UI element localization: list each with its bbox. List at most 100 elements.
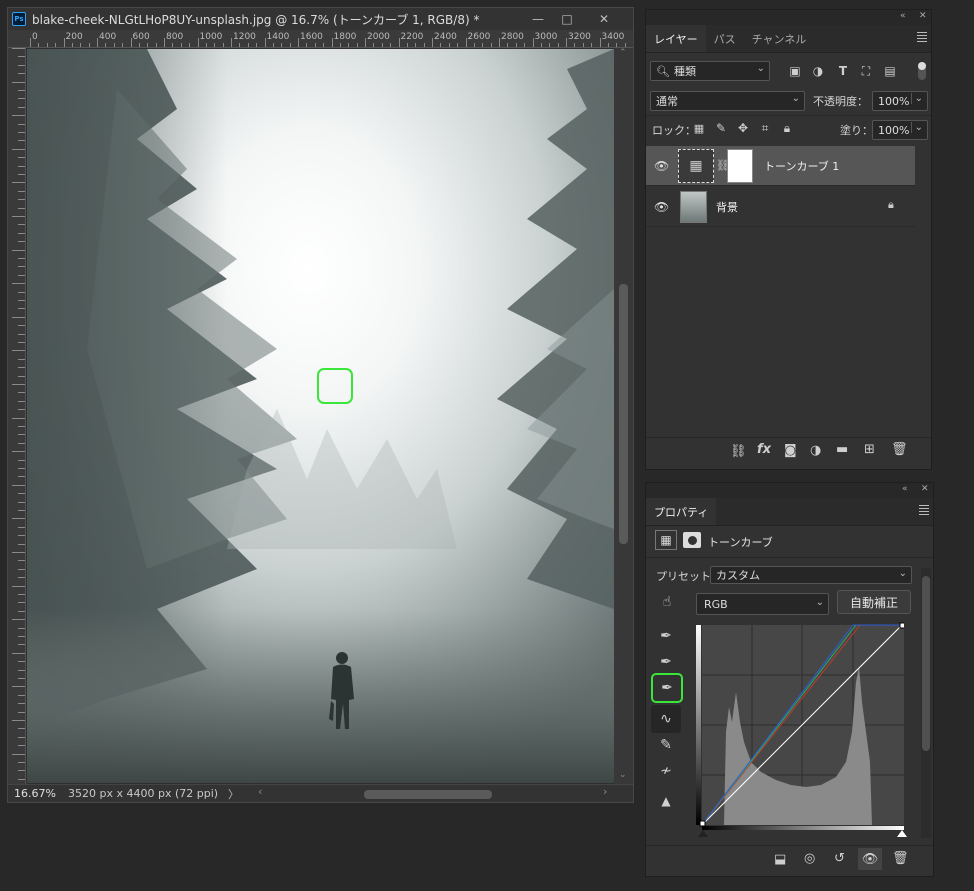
scroll-down-icon[interactable]: ⌄ bbox=[619, 770, 627, 780]
ruler-tick bbox=[197, 38, 199, 47]
black-point-slider[interactable] bbox=[698, 830, 708, 837]
lock-artboard-icon[interactable]: ⌗ bbox=[758, 121, 772, 135]
collapse-icon[interactable]: « bbox=[900, 11, 906, 21]
ruler-tick bbox=[499, 38, 500, 47]
lock-image-icon[interactable]: ✎ bbox=[714, 121, 728, 135]
view-previous-icon[interactable]: ◎ bbox=[804, 851, 815, 866]
status-bar: 16.67% 3520 px x 4400 px (72 ppi) 〉 ‹ › bbox=[8, 784, 633, 802]
blend-mode-select[interactable]: 通常 ⌄ bbox=[650, 91, 805, 111]
chevron-down-icon[interactable]: ⌄ bbox=[910, 122, 923, 133]
clipping-warning-icon[interactable]: ▲ bbox=[651, 787, 681, 815]
ruler-label: 3000 bbox=[534, 32, 558, 42]
layer-lock-icon[interactable]: 🔒︎ bbox=[888, 198, 894, 212]
curves-graph[interactable] bbox=[696, 622, 907, 837]
white-point-slider[interactable] bbox=[897, 830, 907, 837]
panel-menu-icon[interactable] bbox=[917, 32, 927, 42]
fx-icon[interactable]: fx bbox=[757, 442, 771, 457]
ruler-tick bbox=[164, 38, 165, 47]
tab-layers[interactable]: レイヤー bbox=[646, 25, 706, 52]
filter-adjustment-icon[interactable]: ◑ bbox=[810, 63, 826, 79]
scroll-left-icon[interactable]: ‹ bbox=[258, 785, 262, 798]
mask-icon[interactable] bbox=[683, 532, 701, 548]
filter-shape-icon[interactable]: ⛶ bbox=[858, 63, 874, 79]
close-button[interactable]: ✕ bbox=[592, 10, 616, 28]
scroll-up-icon[interactable]: ⌃ bbox=[619, 48, 627, 58]
adjustment-layer-icon[interactable]: ◑ bbox=[810, 443, 821, 458]
ruler-tick bbox=[532, 38, 534, 47]
restore-button[interactable]: □ bbox=[555, 10, 579, 28]
filter-type-icon[interactable]: T bbox=[835, 63, 851, 79]
visibility-eye-icon[interactable]: 👁︎ bbox=[654, 200, 669, 214]
vertical-scroll-thumb[interactable] bbox=[619, 284, 628, 544]
gray-point-eyedropper-icon[interactable]: ✒︎ bbox=[651, 648, 681, 676]
visibility-icon[interactable]: 👁︎ bbox=[858, 848, 882, 870]
close-panel-icon[interactable]: ✕ bbox=[919, 11, 927, 21]
layer-name[interactable]: トーンカーブ 1 bbox=[764, 158, 839, 174]
tab-properties[interactable]: プロパティ bbox=[646, 498, 717, 525]
layer-row-curves[interactable]: 👁︎ ▦ ⛓︎ トーンカーブ 1 bbox=[646, 146, 915, 186]
chevron-down-icon: ⌄ bbox=[791, 93, 800, 104]
ruler-tick bbox=[231, 38, 232, 47]
black-point-eyedropper-icon[interactable]: ✒︎ bbox=[651, 622, 681, 650]
filter-pixel-icon[interactable]: ▣ bbox=[787, 63, 803, 79]
link-layers-icon[interactable]: ⛓︎ bbox=[730, 444, 747, 459]
target-adjust-icon[interactable]: ☝︎ bbox=[652, 588, 682, 616]
status-menu-arrow[interactable]: 〉 bbox=[228, 786, 248, 802]
filter-kind-select[interactable]: 🔍︎ 種類 ⌄ bbox=[650, 61, 770, 81]
lock-all-icon[interactable]: 🔒︎ bbox=[780, 121, 794, 135]
properties-scrollbar[interactable] bbox=[921, 568, 931, 838]
ruler-label: 1000 bbox=[199, 32, 223, 42]
filter-toggle[interactable] bbox=[918, 62, 926, 80]
ruler-tick bbox=[398, 38, 400, 47]
auto-button[interactable]: 自動補正 bbox=[837, 590, 911, 614]
chevron-down-icon[interactable]: ⌄ bbox=[910, 93, 923, 104]
filter-smartobject-icon[interactable]: ▤ bbox=[882, 63, 898, 79]
properties-footer: ⬓ ◎ ↺ 👁︎ 🗑︎ bbox=[646, 845, 933, 876]
vertical-scrollbar[interactable]: ⌃ ⌄ bbox=[614, 48, 633, 784]
trash-icon[interactable]: 🗑︎ bbox=[891, 442, 908, 457]
smooth-icon[interactable]: ≁ bbox=[651, 757, 681, 785]
document-titlebar[interactable]: Ps blake-cheek-NLGtLHoP8UY-unsplash.jpg … bbox=[8, 8, 633, 30]
curve-edit-icon[interactable]: ∿ bbox=[651, 705, 681, 733]
collapse-icon[interactable]: « bbox=[902, 484, 908, 494]
reset-icon[interactable]: ↺ bbox=[834, 851, 845, 866]
ruler-tick bbox=[63, 38, 65, 47]
layer-row-background[interactable]: 👁︎ 背景 🔒︎ bbox=[646, 187, 915, 227]
curves-adjustment-icon[interactable]: ▦ bbox=[655, 530, 677, 550]
lock-transparent-icon[interactable]: ▦ bbox=[692, 121, 706, 135]
layer-thumbnail bbox=[680, 191, 707, 223]
pencil-icon[interactable]: ✎ bbox=[651, 731, 681, 759]
new-layer-icon[interactable]: ⊞ bbox=[864, 442, 875, 457]
scroll-right-icon[interactable]: › bbox=[603, 785, 607, 798]
photoshop-icon: Ps bbox=[12, 12, 26, 26]
opacity-input[interactable]: 100% ⌄ bbox=[872, 91, 928, 111]
layer-name[interactable]: 背景 bbox=[716, 199, 738, 215]
horizontal-scrollbar[interactable]: ‹ › bbox=[258, 785, 613, 800]
horizontal-ruler[interactable]: 0 200 400 600 800 1000 1200 1400 1600 1800 2000 220… bbox=[8, 30, 633, 48]
visibility-eye-icon[interactable]: 👁︎ bbox=[654, 159, 669, 173]
vertical-ruler[interactable] bbox=[8, 48, 26, 784]
layer-mask-thumbnail[interactable] bbox=[727, 149, 753, 183]
forest-photo bbox=[27, 49, 614, 783]
close-panel-icon[interactable]: ✕ bbox=[921, 484, 929, 494]
tab-channels[interactable]: チャンネル bbox=[744, 25, 815, 52]
lock-position-icon[interactable]: ✥ bbox=[736, 121, 750, 135]
horizontal-scroll-thumb[interactable] bbox=[364, 790, 492, 799]
trash-icon[interactable]: 🗑︎ bbox=[892, 851, 909, 866]
folder-icon[interactable]: ▬ bbox=[836, 442, 848, 457]
panel-menu-icon[interactable] bbox=[919, 505, 929, 515]
preset-select[interactable]: カスタム ⌄ bbox=[710, 566, 912, 584]
add-mask-icon[interactable]: ◙ bbox=[784, 443, 797, 458]
fill-input[interactable]: 100% ⌄ bbox=[872, 120, 928, 140]
clip-to-layer-icon[interactable]: ⬓ bbox=[774, 852, 786, 867]
zoom-field[interactable]: 16.67% bbox=[8, 787, 68, 800]
search-icon: 🔍︎ bbox=[656, 64, 670, 78]
channel-select[interactable]: RGB ⌄ bbox=[696, 593, 829, 615]
tab-paths[interactable]: パス bbox=[706, 25, 744, 52]
minimize-button[interactable]: — bbox=[526, 10, 550, 28]
ruler-tick bbox=[298, 38, 299, 47]
ruler-label: 0 bbox=[32, 32, 38, 42]
ruler-label: 2200 bbox=[400, 32, 424, 42]
image-canvas[interactable] bbox=[27, 49, 614, 783]
white-point-eyedropper-icon[interactable]: ✒︎ bbox=[651, 673, 683, 703]
